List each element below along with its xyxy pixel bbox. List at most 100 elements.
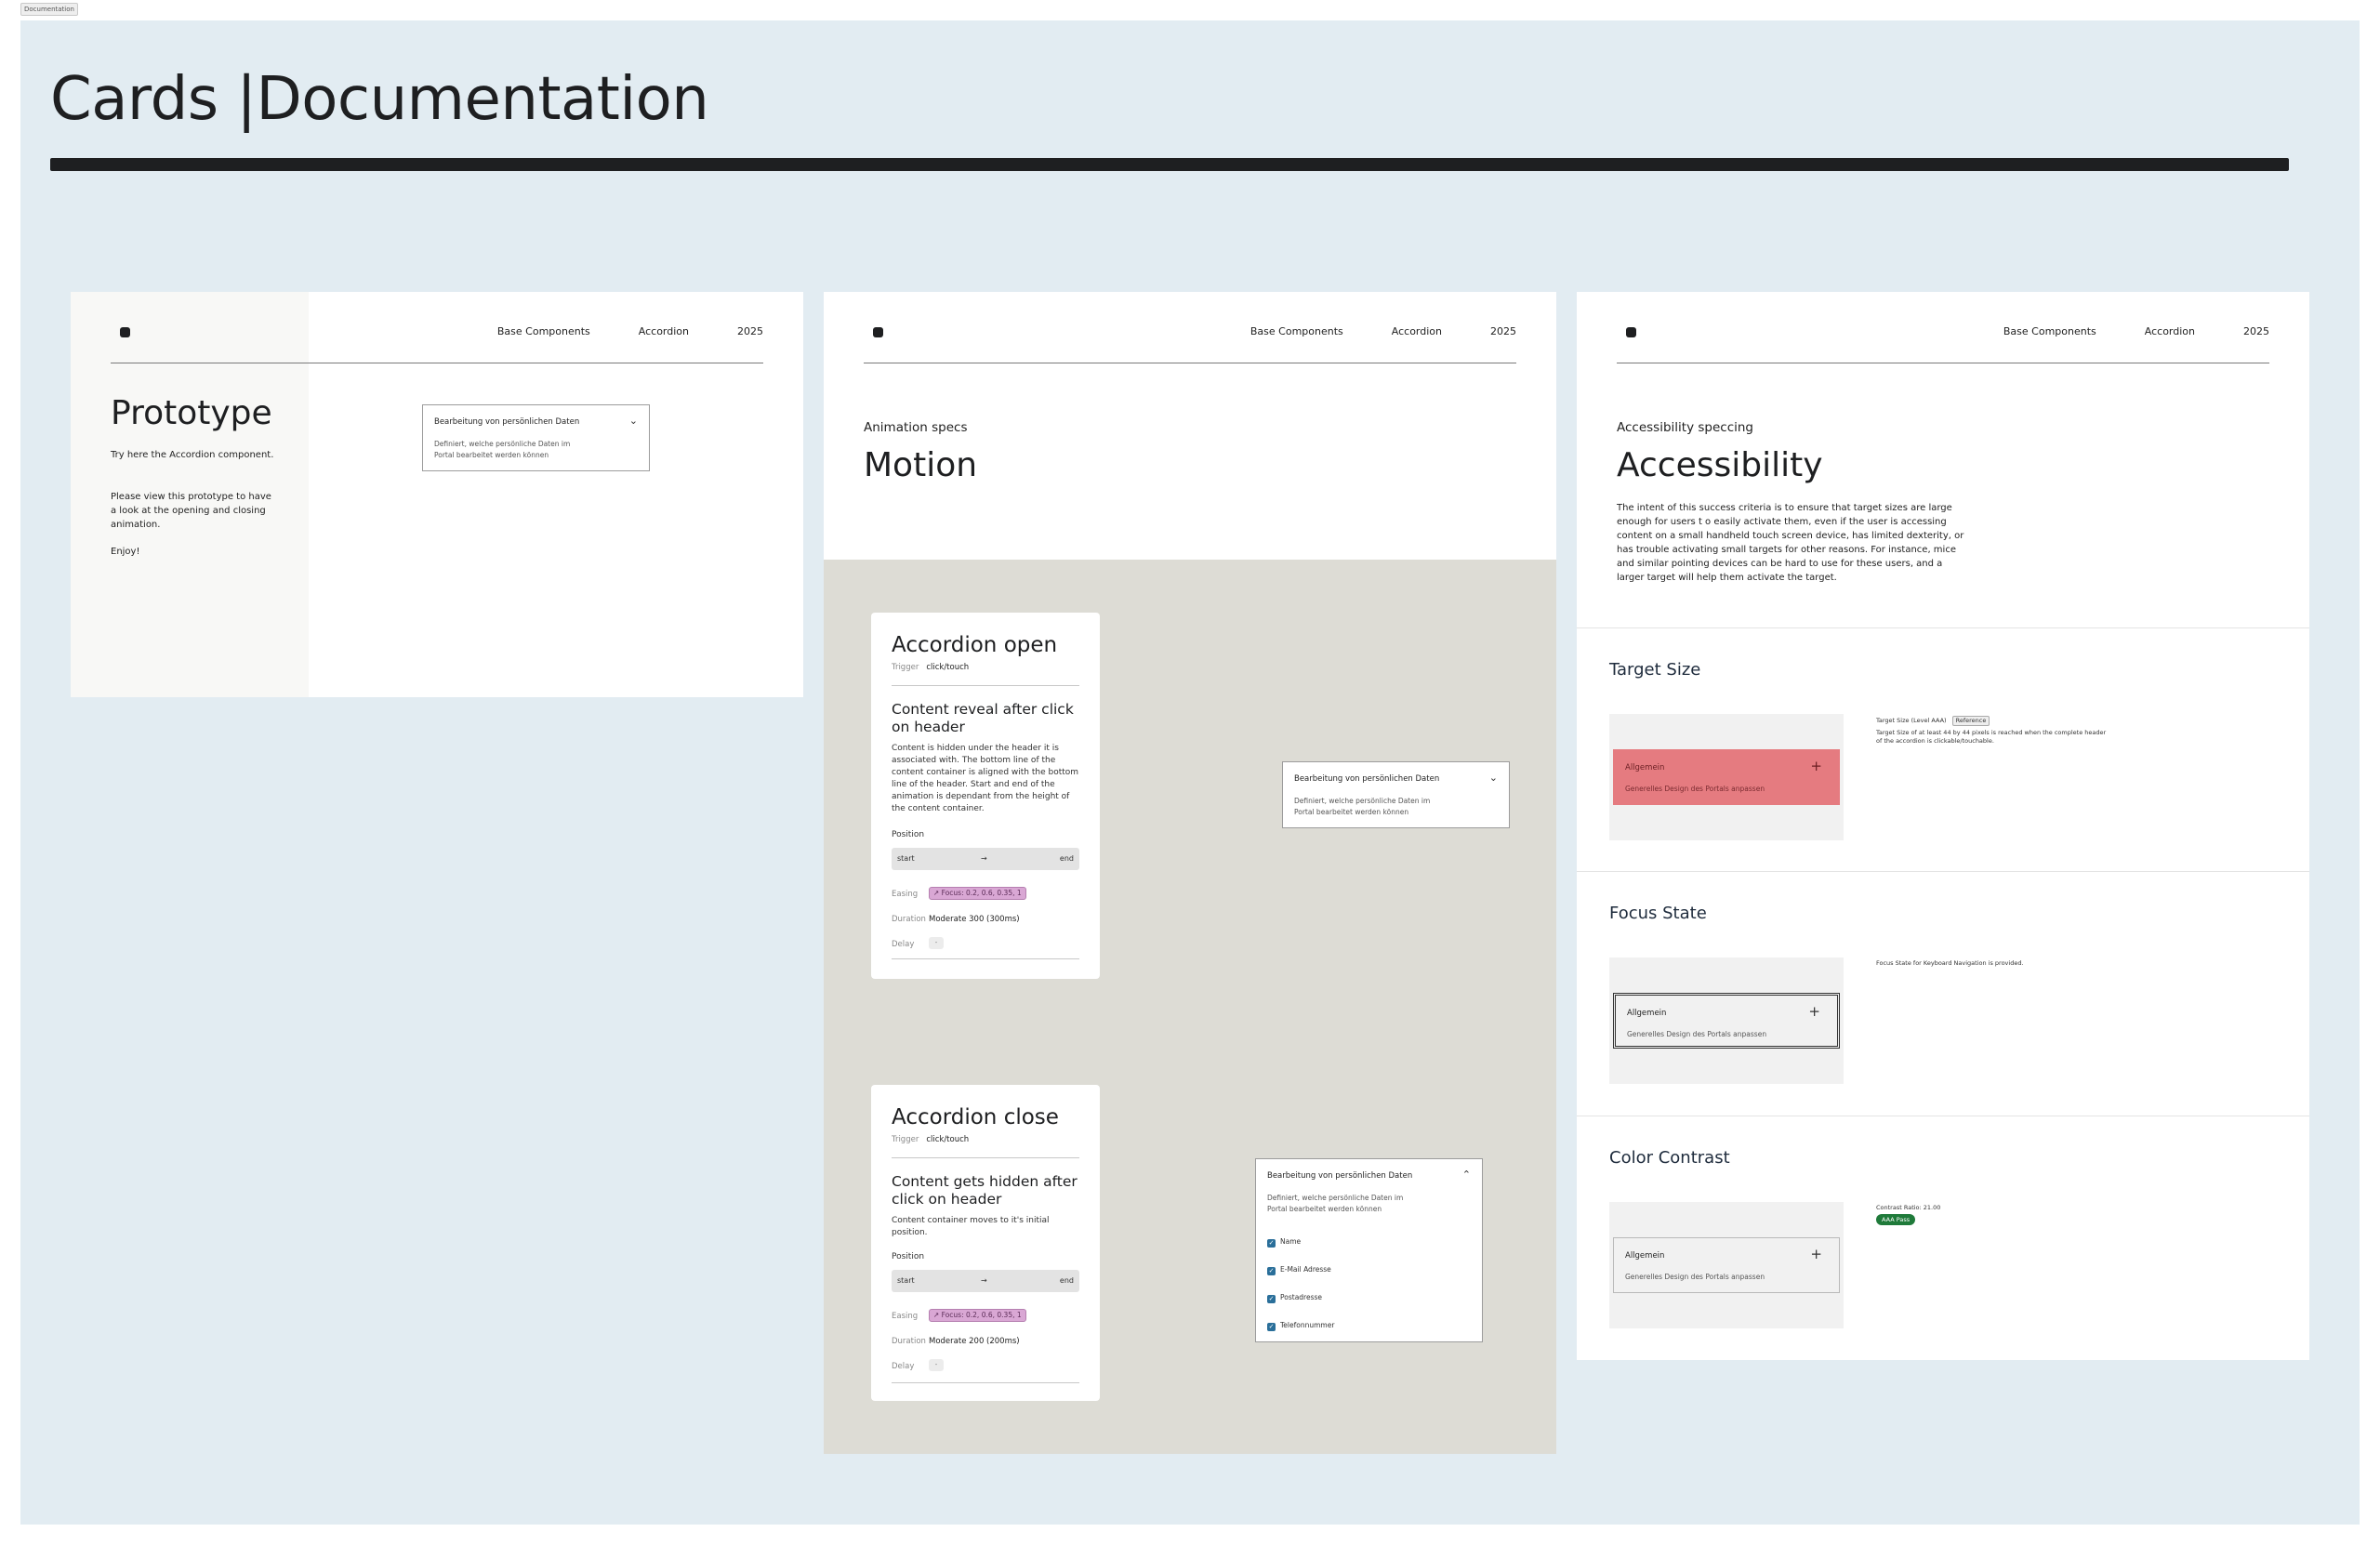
accessibility-card: Base Components Accordion 2025 Accessibi… bbox=[1577, 292, 2309, 1360]
divider bbox=[892, 1157, 1079, 1158]
nav-accordion[interactable]: Accordion bbox=[639, 325, 689, 337]
reference-link[interactable]: Reference bbox=[1951, 716, 1990, 726]
card-header-nav: Base Components Accordion 2025 bbox=[864, 292, 1516, 363]
focus-state-section: Focus State Allgemein + Generelles Desig… bbox=[1577, 871, 2309, 1116]
nav-year: 2025 bbox=[2243, 325, 2269, 337]
checkbox-email[interactable]: ✓ E-Mail Adresse bbox=[1267, 1265, 1331, 1275]
item-header: Allgemein bbox=[1625, 763, 1665, 772]
spec-subtitle: Content gets hidden after click on heade… bbox=[892, 1173, 1078, 1208]
open-accordion-demo[interactable]: Bearbeitung von persönlichen Daten ⌃ Def… bbox=[1255, 1158, 1483, 1342]
spec-trigger: Trigger click/touch bbox=[892, 1135, 970, 1144]
spec-trigger: Trigger click/touch bbox=[892, 663, 970, 672]
accordion-header[interactable]: Bearbeitung von persönlichen Daten bbox=[1267, 1171, 1412, 1181]
color-contrast-demo: Allgemein + Generelles Design des Portal… bbox=[1609, 1202, 1844, 1328]
target-size-demo: Allgemein + Generelles Design des Portal… bbox=[1609, 714, 1844, 840]
checkbox-name[interactable]: ✓ Name bbox=[1267, 1237, 1301, 1248]
position-label: Position bbox=[892, 1252, 925, 1261]
duration-row: Duration Moderate 300 (300ms) bbox=[892, 915, 1020, 924]
target-size-section: Target Size Allgemein + Generelles Desig… bbox=[1577, 627, 2309, 871]
item-description: Generelles Design des Portals anpassen bbox=[1625, 785, 1765, 793]
spec-subtitle: Content reveal after click on header bbox=[892, 701, 1074, 735]
nav-base-components[interactable]: Base Components bbox=[1250, 325, 1343, 337]
spec-description: Content is hidden under the header it is… bbox=[892, 744, 1079, 813]
nav-base-components[interactable]: Base Components bbox=[497, 325, 590, 337]
section-title: Focus State bbox=[1609, 904, 1707, 923]
contrast-ratio: Contrast Ratio: 21.00 bbox=[1876, 1204, 1941, 1211]
position-track: start → end bbox=[892, 1270, 1079, 1292]
accordion-item-highlighted[interactable]: Allgemein + Generelles Design des Portal… bbox=[1613, 749, 1840, 805]
accordion-open-spec: Accordion open Trigger click/touch Conten… bbox=[871, 613, 1100, 979]
nav-base-components[interactable]: Base Components bbox=[2003, 325, 2096, 337]
divider bbox=[892, 1382, 1079, 1383]
easing-row: Easing ↗ Focus: 0.2, 0.6, 0.35, 1 bbox=[892, 887, 1026, 900]
spec-title: Accordion open bbox=[892, 633, 1058, 657]
window-tab-documentation[interactable]: Documentation bbox=[20, 3, 78, 16]
check-icon[interactable]: ✓ bbox=[1267, 1295, 1276, 1303]
target-size-label: Target Size (Level AAA) Reference bbox=[1876, 716, 1990, 726]
check-icon[interactable]: ✓ bbox=[1267, 1323, 1276, 1331]
accordion-header[interactable]: Bearbeitung von persönlichen Daten bbox=[434, 417, 579, 427]
prototype-instructions: Please view this prototype to have a loo… bbox=[111, 492, 271, 530]
position-track: start → end bbox=[892, 848, 1079, 870]
accordion-description: Definiert, welche persönliche Daten im P… bbox=[1294, 797, 1431, 816]
checkbox-address[interactable]: ✓ Postadresse bbox=[1267, 1293, 1322, 1303]
accordion-header[interactable]: Bearbeitung von persönlichen Daten bbox=[1294, 774, 1439, 784]
card-header-nav: Base Components Accordion 2025 bbox=[111, 292, 763, 363]
plus-icon[interactable]: + bbox=[1810, 1246, 1822, 1262]
spec-description: Content container moves to it's initial … bbox=[892, 1216, 1050, 1237]
duration-row: Duration Moderate 200 (200ms) bbox=[892, 1337, 1020, 1346]
accordion-item-focused[interactable]: Allgemein + Generelles Design des Portal… bbox=[1613, 993, 1840, 1049]
motion-heading: Motion bbox=[864, 446, 978, 484]
accordion-description: Definiert, welche persönliche Daten im P… bbox=[434, 440, 571, 459]
delay-row: Delay - bbox=[892, 937, 944, 949]
chevron-down-icon[interactable]: ⌄ bbox=[629, 415, 638, 427]
closed-accordion-demo[interactable]: Bearbeitung von persönlichen Daten ⌄ Def… bbox=[1282, 761, 1510, 828]
color-contrast-section: Color Contrast Allgemein + Generelles De… bbox=[1577, 1116, 2309, 1360]
target-size-note: Target Size of at least 44 by 44 pixels … bbox=[1876, 729, 2107, 745]
item-header: Allgemein bbox=[1625, 1251, 1665, 1261]
chevron-down-icon[interactable]: ⌄ bbox=[1489, 772, 1498, 784]
card-header-nav: Base Components Accordion 2025 bbox=[1617, 292, 2269, 363]
section-title: Color Contrast bbox=[1609, 1148, 1730, 1168]
prototype-card: Base Components Accordion 2025 Prototype… bbox=[71, 292, 803, 697]
divider bbox=[892, 958, 1079, 959]
logo-icon bbox=[1626, 327, 1636, 337]
prototype-heading: Prototype bbox=[111, 394, 272, 432]
accordion-description: Definiert, welche persönliche Daten im P… bbox=[1267, 1194, 1404, 1213]
prototype-closing: Enjoy! bbox=[111, 547, 140, 557]
checkbox-phone[interactable]: ✓ Telefonnummer bbox=[1267, 1321, 1334, 1331]
accordion-close-spec: Accordion close Trigger click/touch Conte… bbox=[871, 1085, 1100, 1401]
nav-year: 2025 bbox=[1490, 325, 1516, 337]
accessibility-heading: Accessibility bbox=[1617, 446, 1823, 484]
spec-title: Accordion close bbox=[892, 1105, 1059, 1129]
logo-icon bbox=[873, 327, 883, 337]
accessibility-subtitle: Accessibility speccing bbox=[1617, 420, 1753, 435]
easing-row: Easing ↗ Focus: 0.2, 0.6, 0.35, 1 bbox=[892, 1309, 1026, 1322]
motion-subtitle: Animation specs bbox=[864, 420, 968, 435]
nav-accordion[interactable]: Accordion bbox=[2145, 325, 2195, 337]
arrow-right-icon: → bbox=[981, 1276, 987, 1285]
divider bbox=[892, 685, 1079, 686]
easing-token: ↗ Focus: 0.2, 0.6, 0.35, 1 bbox=[929, 887, 1026, 900]
logo-icon bbox=[120, 327, 130, 337]
chevron-up-icon[interactable]: ⌃ bbox=[1462, 1169, 1471, 1181]
section-title: Target Size bbox=[1609, 660, 1701, 680]
check-icon[interactable]: ✓ bbox=[1267, 1267, 1276, 1275]
motion-card: Base Components Accordion 2025 Animation… bbox=[824, 292, 1556, 1454]
accessibility-intro: The intent of this success criteria is t… bbox=[1617, 503, 1964, 583]
plus-icon[interactable]: + bbox=[1810, 758, 1822, 774]
check-icon[interactable]: ✓ bbox=[1267, 1239, 1276, 1248]
item-description: Generelles Design des Portals anpassen bbox=[1627, 1030, 1767, 1038]
focus-state-note: Focus State for Keyboard Navigation is p… bbox=[1876, 959, 2024, 967]
nav-accordion[interactable]: Accordion bbox=[1392, 325, 1442, 337]
page-title: Cards |Documentation bbox=[50, 65, 709, 134]
arrow-right-icon: → bbox=[981, 854, 987, 863]
delay-row: Delay - bbox=[892, 1359, 944, 1371]
aaa-pass-badge: AAA Pass bbox=[1876, 1214, 1916, 1225]
accordion-item[interactable]: Allgemein + Generelles Design des Portal… bbox=[1613, 1237, 1840, 1293]
plus-icon[interactable]: + bbox=[1808, 1003, 1820, 1020]
prototype-accordion[interactable]: Bearbeitung von persönlichen Daten ⌄ Def… bbox=[422, 404, 650, 471]
nav-year: 2025 bbox=[737, 325, 763, 337]
item-header: Allgemein bbox=[1627, 1009, 1667, 1018]
prototype-intro: Try here the Accordion component. bbox=[111, 450, 274, 460]
